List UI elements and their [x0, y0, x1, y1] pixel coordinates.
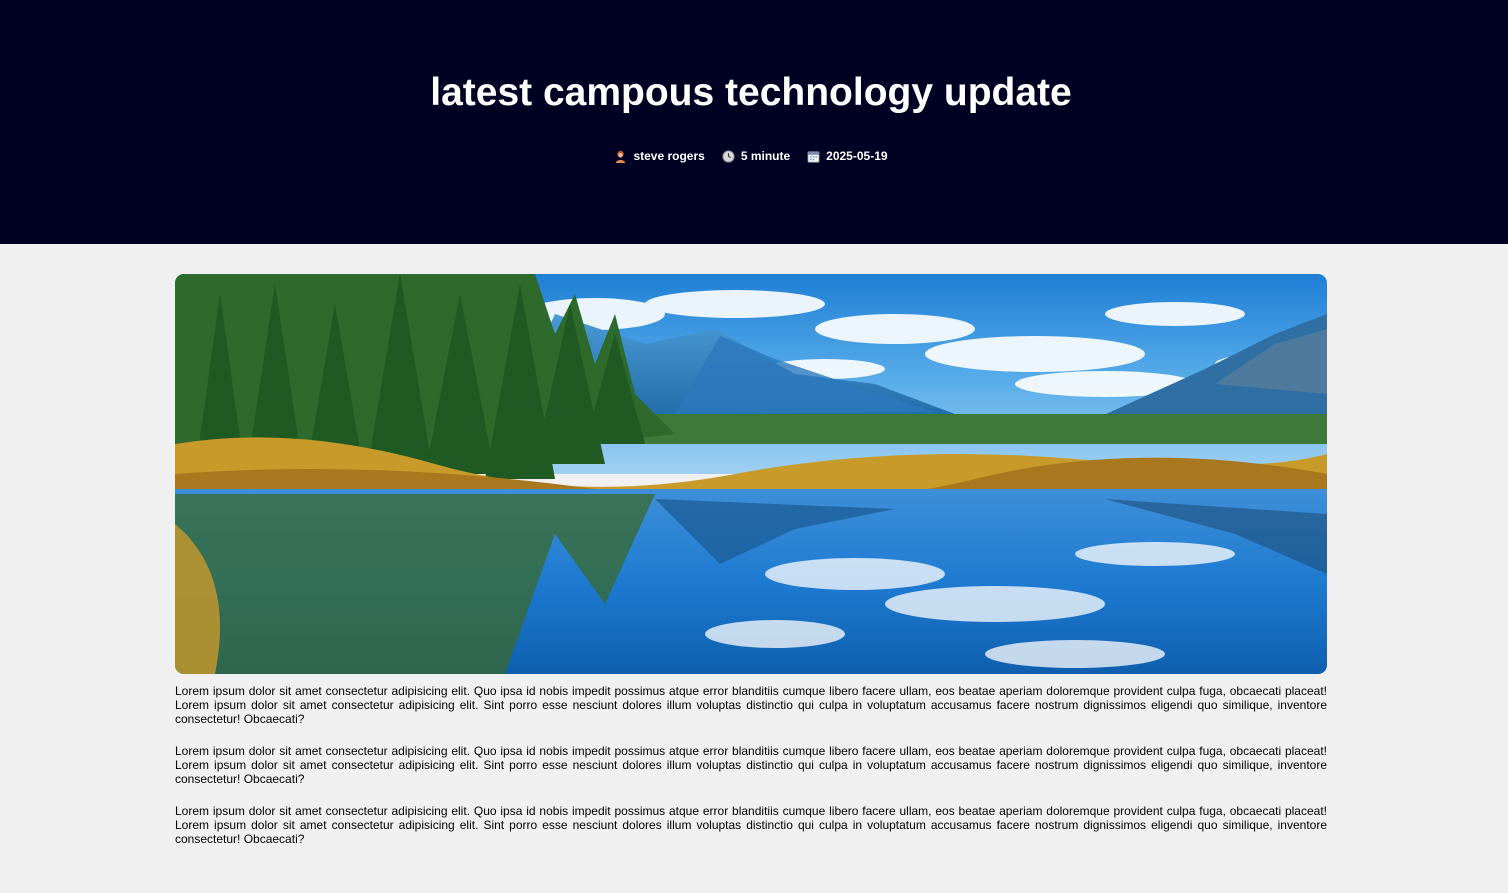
article-paragraph: Lorem ipsum dolor sit amet consectetur a… — [175, 744, 1327, 786]
author-meta: steve rogers — [614, 147, 705, 165]
read-time-meta: 5 minute — [722, 147, 790, 165]
article-title: latest campous technology update — [430, 71, 1072, 114]
clock-icon — [722, 149, 735, 163]
article-hero: latest campous technology update steve r… — [0, 0, 1508, 244]
featured-image — [175, 274, 1327, 674]
publish-date: 2025-05-19 — [826, 149, 888, 163]
author-name: steve rogers — [633, 149, 705, 163]
person-avatar-icon — [614, 150, 627, 163]
article-meta: steve rogers 5 minute 2025-05-19 — [0, 147, 1502, 165]
landscape-illustration — [175, 274, 1327, 674]
read-time: 5 minute — [740, 149, 791, 163]
article-paragraph: Lorem ipsum dolor sit amet consectetur a… — [175, 804, 1327, 846]
article-paragraph: Lorem ipsum dolor sit amet consectetur a… — [175, 684, 1327, 726]
date-meta: 2025-05-19 — [807, 147, 888, 165]
calendar-icon — [807, 150, 820, 163]
